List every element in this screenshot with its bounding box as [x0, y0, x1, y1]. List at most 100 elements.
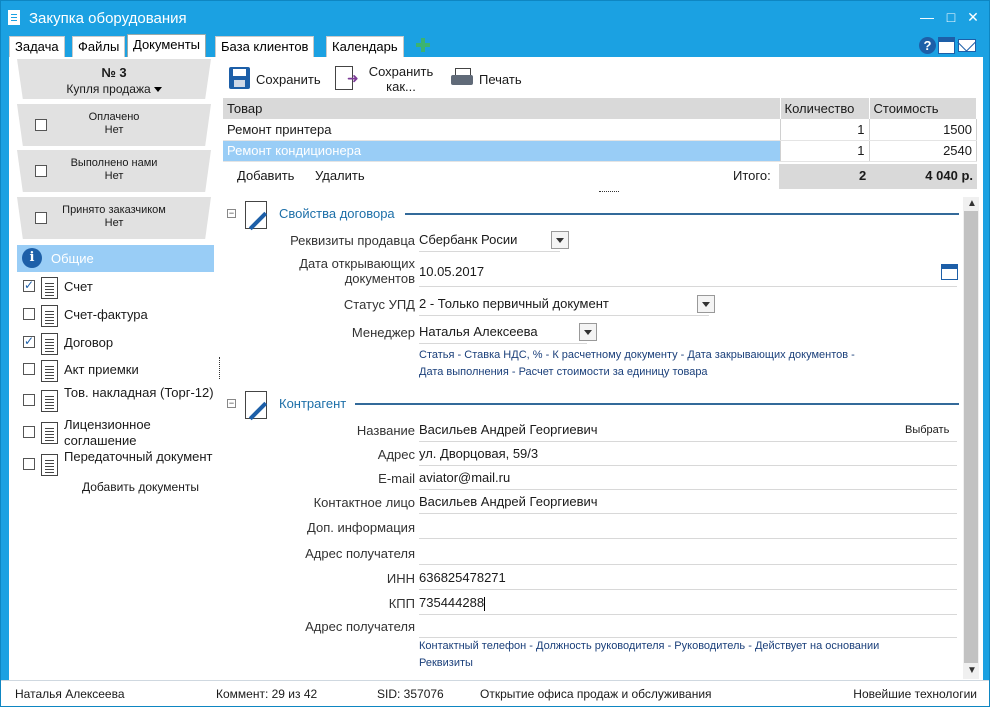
doc-item-waybill[interactable]: Тов. накладная (Торг-12): [23, 385, 218, 417]
save-label: Сохранить: [256, 72, 321, 87]
status-done[interactable]: Выполнено нами Нет: [17, 150, 211, 192]
quantity-cell[interactable]: 1: [780, 140, 870, 162]
printer-icon: [451, 68, 473, 88]
scroll-thumb[interactable]: [964, 211, 978, 663]
doc-item-invoice[interactable]: Счет: [23, 277, 218, 301]
total-cost: 4 040 р.: [925, 168, 973, 183]
tab-task[interactable]: Задача: [9, 36, 65, 57]
column-header-goods[interactable]: Товар: [223, 98, 781, 119]
open-docs-date-input[interactable]: 10.05.2017: [419, 255, 957, 287]
doc-item-contract[interactable]: Договор: [23, 333, 218, 357]
tab-documents[interactable]: Документы: [127, 34, 207, 57]
add-documents-link[interactable]: Добавить документы: [82, 480, 199, 494]
email-input[interactable]: aviator@mail.ru: [419, 465, 957, 490]
goods-cell[interactable]: Ремонт принтера: [223, 119, 781, 141]
doc-item-license[interactable]: Лицензионное соглашение: [23, 417, 218, 449]
contact-person-input[interactable]: Васильев Андрей Георгиевич: [419, 489, 957, 514]
field-additional-info: Доп. информация: [223, 514, 963, 540]
link-item[interactable]: Контактный телефон: [419, 640, 526, 652]
add-tab-icon[interactable]: [415, 37, 431, 53]
vertical-scrollbar[interactable]: ▲ ▼: [963, 197, 979, 679]
table-row[interactable]: Ремонт принтера 1 1500: [223, 119, 977, 141]
field-label: Реквизиты продавца: [290, 233, 415, 248]
contractor-links: Контактный телефон - Должность руководит…: [419, 640, 880, 669]
chevron-down-icon[interactable]: [551, 231, 569, 249]
help-icon[interactable]: ?: [919, 37, 936, 54]
link-item[interactable]: Статья: [419, 349, 454, 361]
link-item[interactable]: Реквизиты: [419, 657, 473, 669]
contractor-name-input[interactable]: Васильев Андрей Георгиевич: [419, 417, 957, 442]
seller-requisites-select[interactable]: Сбербанк Росии: [419, 227, 560, 252]
quantity-cell[interactable]: 1: [780, 119, 870, 141]
scroll-down-icon[interactable]: ▼: [967, 665, 977, 676]
doc-checkbox[interactable]: [23, 334, 35, 348]
table-row[interactable]: Ремонт кондиционера 1 2540: [223, 140, 977, 162]
add-row-button[interactable]: Добавить: [237, 168, 294, 183]
collapse-toggle[interactable]: −: [227, 399, 236, 408]
minimize-button[interactable]: —: [919, 9, 935, 25]
doc-checkbox[interactable]: [23, 363, 35, 375]
select-contractor-button[interactable]: Выбрать: [905, 424, 949, 436]
recipient-address-2-input[interactable]: [419, 613, 957, 638]
doc-checkbox[interactable]: [23, 426, 35, 438]
upd-status-select[interactable]: 2 - Только первичный документ: [419, 291, 709, 316]
link-item[interactable]: Действует на основании: [755, 640, 879, 652]
field-inn: ИНН 636825478271: [223, 565, 963, 591]
pane-splitter[interactable]: [219, 357, 221, 379]
chevron-down-icon[interactable]: [697, 295, 715, 313]
link-item[interactable]: Ставка НДС, %: [464, 349, 542, 361]
chevron-down-icon[interactable]: [579, 323, 597, 341]
doc-group-general[interactable]: i Общие: [17, 245, 214, 272]
link-item[interactable]: Дата закрывающих документов: [687, 349, 848, 361]
manager-select[interactable]: Наталья Алексеева: [419, 319, 587, 344]
status-bar: Наталья Алексеева Коммент: 29 из 42 SID:…: [1, 680, 989, 706]
link-item[interactable]: Должность руководителя: [536, 640, 665, 652]
delete-row-button[interactable]: Удалить: [315, 168, 365, 183]
doc-checkbox[interactable]: [23, 278, 35, 292]
link-item[interactable]: Расчет стоимости за единицу товара: [519, 366, 708, 378]
maximize-button[interactable]: □: [943, 9, 959, 25]
document-icon: [41, 422, 58, 444]
accepted-checkbox[interactable]: [35, 212, 47, 224]
status-project[interactable]: Открытие офиса продаж и обслуживания: [480, 687, 712, 701]
additional-info-input[interactable]: [419, 514, 957, 539]
tab-calendar[interactable]: Календарь: [326, 36, 404, 57]
link-item[interactable]: К расчетному документу: [552, 349, 677, 361]
doc-item-tax-invoice[interactable]: Счет-фактура: [23, 305, 218, 329]
goods-cell[interactable]: Ремонт кондиционера: [223, 140, 781, 162]
doc-checkbox[interactable]: [23, 308, 35, 320]
stage-type-dropdown[interactable]: Купля продажа: [17, 82, 211, 96]
column-header-quantity[interactable]: Количество: [780, 98, 870, 119]
column-header-cost[interactable]: Стоимость: [869, 98, 977, 119]
calendar-icon[interactable]: [941, 264, 958, 280]
inn-input[interactable]: 636825478271: [419, 565, 957, 590]
address-input[interactable]: ул. Дворцовая, 59/3: [419, 441, 957, 466]
cost-cell[interactable]: 2540: [869, 140, 977, 162]
scroll-up-icon[interactable]: ▲: [967, 198, 977, 209]
calendar-icon[interactable]: [938, 37, 955, 54]
recipient-address-input[interactable]: [419, 540, 957, 565]
status-accepted[interactable]: Принято заказчиком Нет: [17, 197, 211, 239]
goods-footer: Добавить Удалить Итого: 2 4 040 р.: [223, 164, 977, 189]
doc-item-acceptance-act[interactable]: Акт приемки: [23, 360, 218, 384]
status-paid[interactable]: Оплачено Нет: [17, 104, 211, 146]
cost-cell[interactable]: 1500: [869, 119, 977, 141]
tab-client-base[interactable]: База клиентов: [215, 36, 315, 57]
status-comments[interactable]: Коммент: 29 из 42: [216, 687, 317, 701]
link-item[interactable]: Дата выполнения: [419, 366, 509, 378]
paid-checkbox[interactable]: [35, 119, 47, 131]
close-button[interactable]: ✕: [965, 9, 981, 25]
mail-icon[interactable]: [958, 39, 976, 52]
totals-box: 2 4 040 р.: [779, 164, 977, 189]
tab-files[interactable]: Файлы: [72, 36, 126, 57]
done-checkbox[interactable]: [35, 165, 47, 177]
doc-item-transfer[interactable]: Передаточный документ: [23, 449, 218, 481]
doc-checkbox[interactable]: [23, 394, 35, 406]
link-item[interactable]: Руководитель: [674, 640, 745, 652]
collapse-toggle[interactable]: −: [227, 209, 236, 218]
doc-checkbox[interactable]: [23, 458, 35, 470]
kpp-input[interactable]: 735444288: [419, 590, 957, 615]
field-label: E-mail: [378, 471, 415, 486]
stage-selector[interactable]: № 3 Купля продажа: [17, 59, 211, 99]
table-splitter[interactable]: [599, 191, 619, 193]
